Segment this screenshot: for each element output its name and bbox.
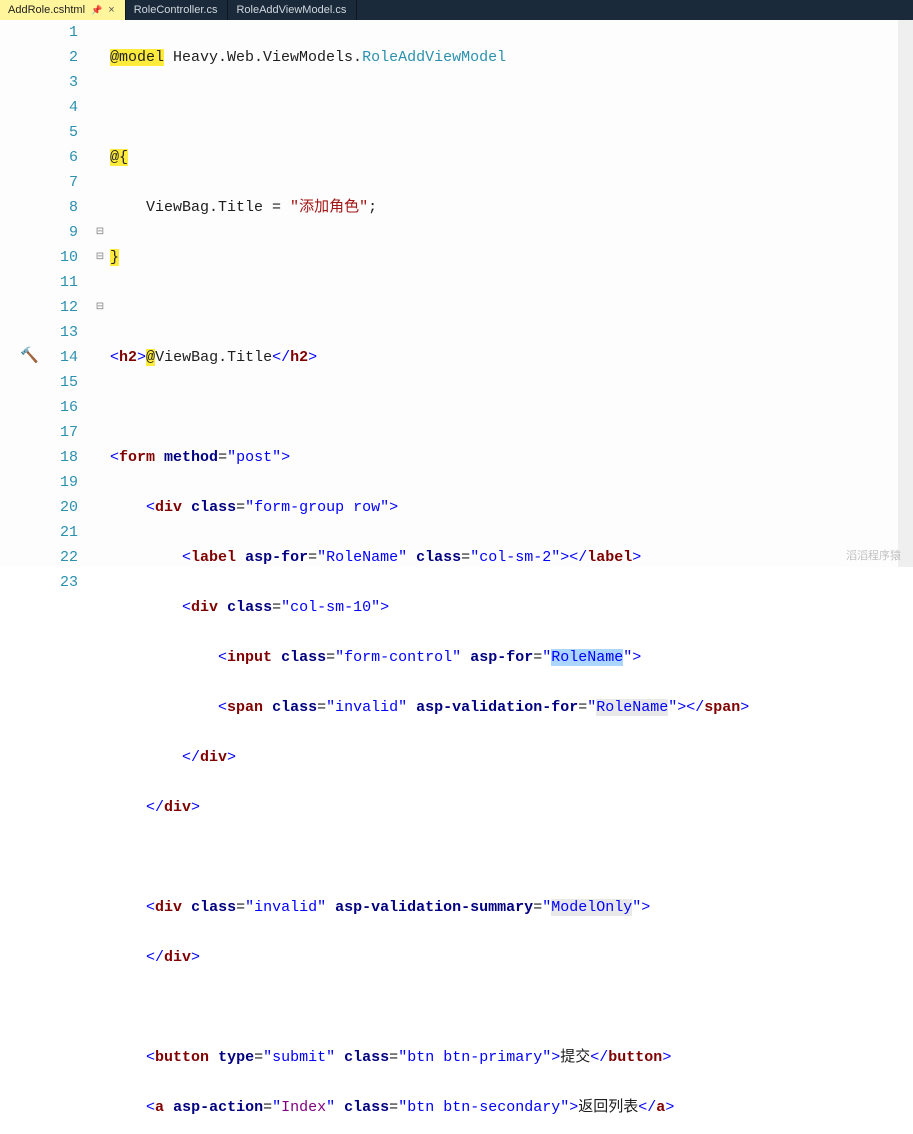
code-line: <div class="col-sm-10"> xyxy=(110,595,913,620)
line-number: 11 xyxy=(42,270,78,295)
tab-label: AddRole.cshtml xyxy=(8,4,85,16)
fold-toggle[interactable] xyxy=(92,345,108,370)
line-number: 10 xyxy=(42,245,78,270)
pin-icon[interactable]: 📌 xyxy=(91,5,102,16)
line-number: 19 xyxy=(42,470,78,495)
tab-bar: AddRole.cshtml 📌 × RoleController.cs Rol… xyxy=(0,0,913,20)
fold-toggle[interactable] xyxy=(92,320,108,345)
code-line: <a asp-action="Index" class="btn btn-sec… xyxy=(110,1095,913,1120)
line-number: 17 xyxy=(42,420,78,445)
code-line xyxy=(110,395,913,420)
code-line: </div> xyxy=(110,945,913,970)
code-line: } xyxy=(110,245,913,270)
code-line: <form method="post"> xyxy=(110,445,913,470)
code-line: </div> xyxy=(110,745,913,770)
code-line: @{ xyxy=(110,145,913,170)
code-line: <span class="invalid" asp-validation-for… xyxy=(110,695,913,720)
watermark-text: 滔滔程序猿 xyxy=(846,547,901,563)
tab-rolecontroller[interactable]: RoleController.cs xyxy=(126,0,229,20)
fold-toggle[interactable] xyxy=(92,570,108,595)
tab-addrole[interactable]: AddRole.cshtml 📌 × xyxy=(0,0,126,20)
code-line: <div class="invalid" asp-validation-summ… xyxy=(110,895,913,920)
code-line: <button type="submit" class="btn btn-pri… xyxy=(110,1045,913,1070)
fold-toggle[interactable] xyxy=(92,470,108,495)
line-number: 21 xyxy=(42,520,78,545)
code-line xyxy=(110,295,913,320)
line-number: 13 xyxy=(42,320,78,345)
fold-toggle[interactable] xyxy=(92,70,108,95)
line-number: 23 xyxy=(42,570,78,595)
fold-toggle[interactable] xyxy=(92,170,108,195)
line-number: 6 xyxy=(42,145,78,170)
fold-toggle[interactable]: ⊟ xyxy=(92,220,108,245)
code-line xyxy=(110,845,913,870)
line-number-gutter: 1234567891011121314151617181920212223 xyxy=(42,20,92,567)
line-number: 7 xyxy=(42,170,78,195)
line-number: 15 xyxy=(42,370,78,395)
fold-toggle[interactable] xyxy=(92,370,108,395)
code-line xyxy=(110,95,913,120)
indicator-margin: 🔨 xyxy=(0,20,42,567)
code-line: @model Heavy.Web.ViewModels.RoleAddViewM… xyxy=(110,45,913,70)
fold-toggle[interactable] xyxy=(92,120,108,145)
code-line: <input class="form-control" asp-for="Rol… xyxy=(110,645,913,670)
fold-toggle[interactable] xyxy=(92,45,108,70)
line-number: 4 xyxy=(42,95,78,120)
fold-column[interactable]: ⊟⊟⊟ xyxy=(92,20,108,567)
fold-toggle[interactable] xyxy=(92,145,108,170)
code-text[interactable]: @model Heavy.Web.ViewModels.RoleAddViewM… xyxy=(108,20,913,567)
code-editor[interactable]: 🔨 1234567891011121314151617181920212223 … xyxy=(0,20,913,567)
fold-toggle[interactable] xyxy=(92,195,108,220)
code-line: <div class="form-group row"> xyxy=(110,495,913,520)
line-number: 14 xyxy=(42,345,78,370)
line-number: 1 xyxy=(42,20,78,45)
tab-label: RoleController.cs xyxy=(134,4,218,16)
tab-roleaddviewmodel[interactable]: RoleAddViewModel.cs xyxy=(228,0,357,20)
line-number: 18 xyxy=(42,445,78,470)
line-number: 16 xyxy=(42,395,78,420)
line-number: 22 xyxy=(42,545,78,570)
line-number: 8 xyxy=(42,195,78,220)
fold-toggle[interactable] xyxy=(92,445,108,470)
code-line: <label asp-for="RoleName" class="col-sm-… xyxy=(110,545,913,570)
line-number: 5 xyxy=(42,120,78,145)
close-icon[interactable]: × xyxy=(108,4,114,16)
line-number: 3 xyxy=(42,70,78,95)
code-line: ViewBag.Title = "添加角色"; xyxy=(110,195,913,220)
line-number: 2 xyxy=(42,45,78,70)
fold-toggle[interactable] xyxy=(92,270,108,295)
tab-label: RoleAddViewModel.cs xyxy=(236,4,346,16)
code-line xyxy=(110,995,913,1020)
fold-toggle[interactable] xyxy=(92,420,108,445)
line-number: 12 xyxy=(42,295,78,320)
fold-toggle[interactable] xyxy=(92,495,108,520)
fold-toggle[interactable] xyxy=(92,95,108,120)
fold-toggle[interactable]: ⊟ xyxy=(92,295,108,320)
line-number: 9 xyxy=(42,220,78,245)
vertical-scrollbar[interactable] xyxy=(898,20,913,567)
fold-toggle[interactable] xyxy=(92,395,108,420)
fold-toggle[interactable] xyxy=(92,20,108,45)
code-line: <h2>@ViewBag.Title</h2> xyxy=(110,345,913,370)
build-hammer-icon: 🔨 xyxy=(20,346,39,365)
fold-toggle[interactable]: ⊟ xyxy=(92,245,108,270)
code-line: </div> xyxy=(110,795,913,820)
line-number: 20 xyxy=(42,495,78,520)
fold-toggle[interactable] xyxy=(92,520,108,545)
fold-toggle[interactable] xyxy=(92,545,108,570)
